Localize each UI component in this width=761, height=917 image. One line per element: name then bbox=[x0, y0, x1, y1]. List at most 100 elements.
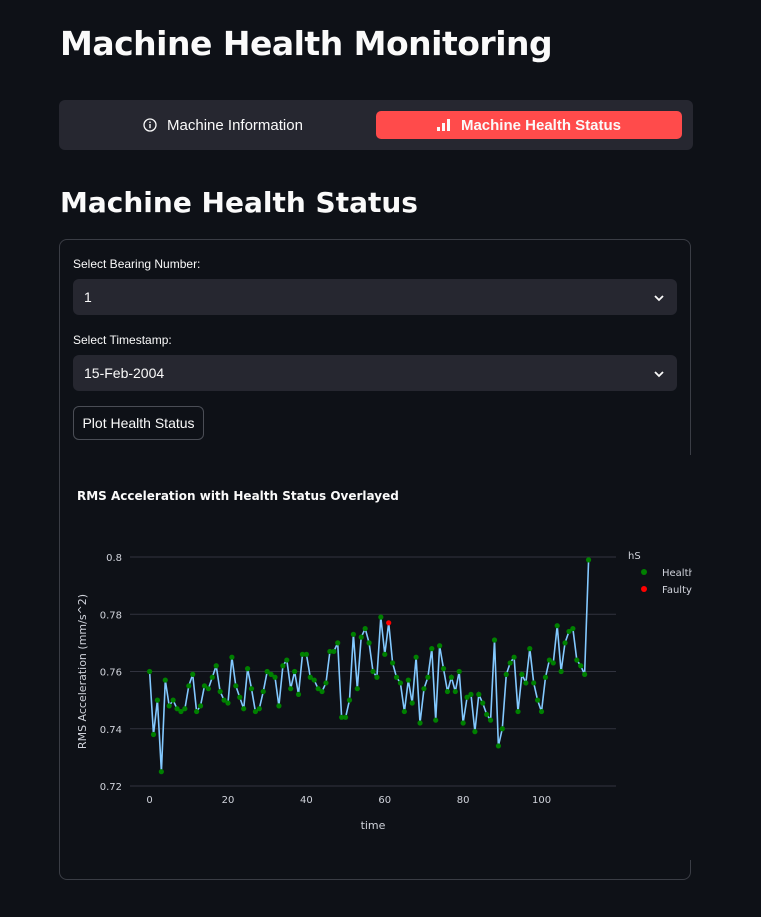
legend-label-faulty: Faulty bbox=[662, 585, 692, 596]
healthy-point bbox=[405, 677, 411, 683]
healthy-point bbox=[209, 674, 215, 680]
timestamp-label: Select Timestamp: bbox=[73, 333, 172, 347]
healthy-point bbox=[335, 640, 341, 646]
legend-label-healthy: Healthy bbox=[662, 568, 692, 579]
tab-bar: Machine Information Machine Health Statu… bbox=[59, 100, 693, 150]
healthy-point bbox=[366, 640, 372, 646]
healthy-point bbox=[515, 708, 521, 715]
healthy-point bbox=[319, 688, 325, 695]
x-tick-label: 40 bbox=[300, 795, 313, 806]
healthy-point bbox=[437, 643, 443, 649]
healthy-point bbox=[342, 714, 349, 720]
bearing-select-value: 1 bbox=[84, 289, 92, 305]
healthy-point bbox=[582, 671, 588, 677]
healthy-point bbox=[362, 625, 368, 632]
healthy-point bbox=[194, 708, 200, 715]
healthy-point bbox=[409, 700, 415, 706]
healthy-point bbox=[538, 708, 545, 715]
healthy-point bbox=[542, 674, 549, 680]
healthy-point bbox=[295, 691, 302, 697]
faulty-point bbox=[386, 620, 392, 626]
healthy-point bbox=[468, 691, 474, 697]
app-page: Machine Health Monitoring Machine Inform… bbox=[0, 0, 761, 917]
healthy-point bbox=[292, 668, 298, 675]
healthy-point bbox=[393, 674, 400, 680]
healthy-point bbox=[150, 731, 157, 738]
x-tick-label: 0 bbox=[146, 795, 152, 806]
healthy-point bbox=[170, 697, 176, 703]
healthy-point bbox=[288, 686, 294, 692]
healthy-point bbox=[425, 674, 431, 680]
healthy-point bbox=[511, 654, 517, 660]
x-tick-label: 80 bbox=[457, 795, 470, 806]
rms-chart: RMS Acceleration with Health Status Over… bbox=[60, 455, 692, 860]
healthy-point bbox=[531, 680, 537, 686]
y-tick-label: 0.74 bbox=[100, 725, 122, 736]
healthy-point bbox=[280, 663, 286, 669]
healthy-point bbox=[574, 657, 580, 663]
app-title: Machine Health Monitoring bbox=[60, 24, 553, 63]
plot-health-status-button[interactable]: Plot Health Status bbox=[73, 406, 204, 440]
x-tick-label: 20 bbox=[222, 795, 235, 806]
tab-machine-information[interactable]: Machine Information bbox=[70, 111, 376, 139]
chevron-down-icon bbox=[653, 367, 665, 383]
healthy-point bbox=[448, 674, 454, 680]
healthy-point bbox=[205, 686, 211, 692]
healthy-point bbox=[237, 694, 243, 700]
healthy-point bbox=[146, 668, 153, 675]
chevron-down-icon bbox=[653, 291, 665, 307]
timestamp-select[interactable]: 15-Feb-2004 bbox=[73, 355, 677, 391]
healthy-point bbox=[578, 663, 584, 669]
x-tick-label: 100 bbox=[532, 795, 551, 806]
healthy-point bbox=[429, 646, 435, 652]
healthy-point bbox=[452, 688, 458, 695]
healthy-point bbox=[507, 660, 513, 666]
healthy-point bbox=[225, 700, 231, 706]
healthy-point bbox=[519, 671, 525, 677]
healthy-point bbox=[190, 671, 196, 677]
healthy-point bbox=[480, 700, 486, 706]
y-axis-label: RMS Acceleration (mm/s^2) bbox=[76, 594, 89, 749]
healthy-point bbox=[248, 686, 255, 692]
healthy-point bbox=[154, 697, 161, 703]
bar-chart-icon bbox=[436, 119, 451, 131]
healthy-point bbox=[229, 654, 235, 660]
healthy-point bbox=[433, 717, 439, 723]
healthy-point bbox=[460, 720, 466, 726]
healthy-point bbox=[401, 708, 407, 715]
healthy-point bbox=[570, 625, 576, 632]
healthy-point bbox=[417, 720, 423, 726]
healthy-point bbox=[331, 648, 337, 655]
healthy-point bbox=[346, 697, 353, 703]
healthy-point bbox=[484, 711, 490, 718]
y-tick-label: 0.72 bbox=[100, 782, 122, 793]
healthy-point bbox=[562, 640, 568, 646]
healthy-point bbox=[378, 614, 384, 620]
healthy-point bbox=[158, 769, 164, 775]
healthy-point bbox=[550, 660, 556, 666]
healthy-point bbox=[256, 706, 262, 712]
healthy-point bbox=[523, 680, 529, 686]
healthy-point bbox=[491, 637, 498, 643]
healthy-point bbox=[284, 657, 290, 663]
tab-label: Machine Information bbox=[167, 116, 303, 134]
tab-machine-health-status[interactable]: Machine Health Status bbox=[376, 111, 682, 139]
healthy-point bbox=[260, 688, 266, 695]
healthy-point bbox=[527, 646, 533, 652]
healthy-point bbox=[535, 697, 541, 703]
healthy-point bbox=[303, 651, 309, 657]
healthy-point bbox=[374, 674, 380, 680]
bearing-select[interactable]: 1 bbox=[73, 279, 677, 315]
healthy-point bbox=[554, 623, 560, 629]
healthy-point bbox=[503, 671, 509, 677]
y-tick-label: 0.8 bbox=[106, 553, 122, 564]
healthy-point bbox=[370, 668, 376, 675]
healthy-point bbox=[233, 683, 239, 689]
healthy-point bbox=[197, 703, 204, 709]
healthy-point bbox=[444, 688, 451, 695]
healthy-point bbox=[276, 703, 282, 709]
rms-chart-svg: RMS Acceleration with Health Status Over… bbox=[76, 489, 692, 832]
healthy-point bbox=[472, 729, 478, 735]
healthy-point bbox=[217, 688, 223, 695]
healthy-point bbox=[440, 666, 447, 672]
